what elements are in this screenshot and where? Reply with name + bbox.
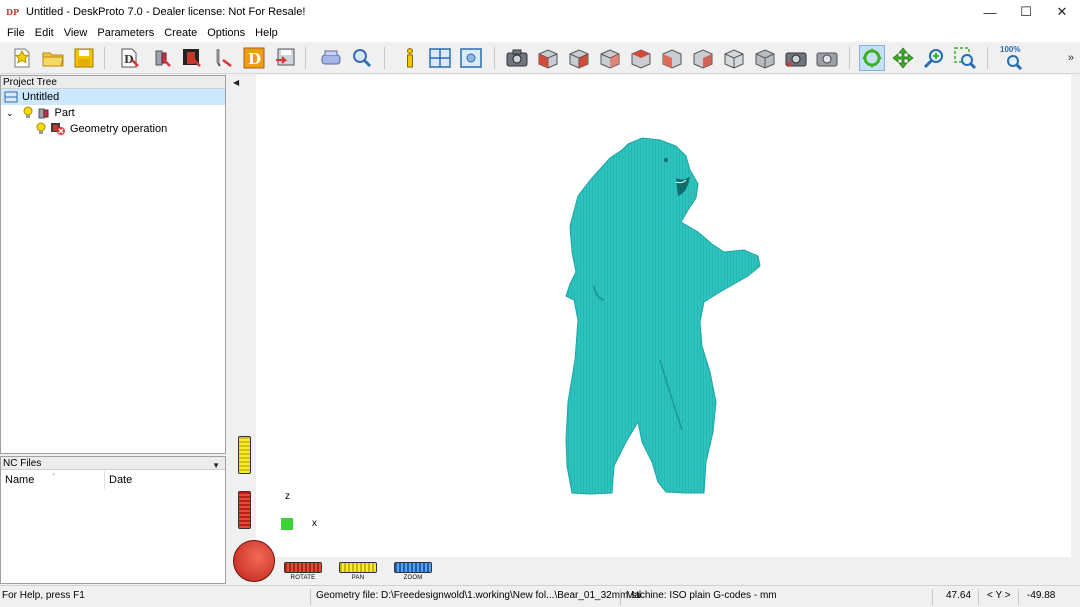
lightbulb-icon[interactable] <box>23 106 33 120</box>
chevron-down-icon[interactable]: ⌄ <box>6 108 14 119</box>
zoom-wheel-label: ZOOM <box>403 575 423 581</box>
tree-item-geometry-operation-label: Geometry operation <box>70 123 168 135</box>
rotate-wheel-label: ROTATE <box>290 575 316 581</box>
part-icon <box>38 108 49 119</box>
tool-parameters-icon[interactable] <box>210 45 236 71</box>
menu-bar: File Edit View Parameters Create Options… <box>0 24 1080 42</box>
toolbar: D D 100% » <box>0 42 1080 74</box>
zoom-icon <box>1007 55 1023 71</box>
menu-parameters[interactable]: Parameters <box>92 24 159 42</box>
collapse-panel-icon[interactable]: ◀ <box>233 78 239 87</box>
axis-origin-marker <box>281 518 293 530</box>
nc-files-panel: NC Files ▼ Name Date ⌄ <box>0 456 226 584</box>
operation-parameters-icon[interactable] <box>179 45 205 71</box>
nc-files-title: NC Files <box>3 458 42 469</box>
minimize-button[interactable]: — <box>972 0 1008 24</box>
status-coord-value-left: 47.64 <box>946 590 972 601</box>
vertical-rotate-wheel[interactable] <box>238 491 251 529</box>
tree-item-untitled[interactable]: Untitled <box>1 89 225 105</box>
menu-view[interactable]: View <box>59 24 93 42</box>
zoom-view-icon[interactable] <box>921 45 947 71</box>
menu-create[interactable]: Create <box>159 24 202 42</box>
project-tree-panel: Project Tree Untitled ⌄ Part Geometry op… <box>0 75 226 454</box>
bear-model <box>565 137 761 495</box>
part-parameters-icon[interactable] <box>149 45 175 71</box>
tree-item-part-label: Part <box>54 107 75 119</box>
menu-options[interactable]: Options <box>202 24 250 42</box>
status-help-text: For Help, press F1 <box>2 590 85 601</box>
3d-viewport[interactable]: z x <box>256 75 1071 557</box>
lightbulb-icon[interactable] <box>36 122 46 136</box>
view-left-icon[interactable] <box>597 45 623 71</box>
menu-edit[interactable]: Edit <box>30 24 59 42</box>
app-logo-icon[interactable]: DP <box>6 5 20 19</box>
new-project-icon[interactable] <box>9 45 35 71</box>
close-button[interactable]: ✕ <box>1044 0 1080 24</box>
open-folder-icon[interactable] <box>40 45 66 71</box>
pan-wheel-label: PAN <box>351 575 365 581</box>
camera-view-icon[interactable] <box>504 45 530 71</box>
pan-view-icon[interactable] <box>890 45 916 71</box>
camera-save-icon[interactable] <box>783 45 809 71</box>
zoom-100-button[interactable]: 100% <box>997 45 1029 71</box>
view-top-icon[interactable] <box>690 45 716 71</box>
status-machine: Machine: ISO plain G-codes - mm <box>626 590 777 601</box>
window-controls: — ☐ ✕ <box>972 0 1080 24</box>
quad-view-icon[interactable] <box>427 45 453 71</box>
vertical-pan-wheel[interactable] <box>238 436 251 474</box>
sort-indicator-icon: ⌄ <box>51 471 57 477</box>
menu-help[interactable]: Help <box>250 24 283 42</box>
window-title: Untitled - DeskProto 7.0 - Dealer licens… <box>26 6 306 18</box>
save-nc-icon[interactable] <box>272 45 298 71</box>
view-box-icon[interactable] <box>752 45 778 71</box>
maximize-button[interactable]: ☐ <box>1008 0 1044 24</box>
status-geometry-file: Geometry file: D:\Freedesignwold\1.worki… <box>316 590 642 601</box>
toolbar-overflow-icon[interactable]: » <box>1068 52 1074 64</box>
pan-wheel[interactable] <box>339 562 377 573</box>
project-tree-header: Project Tree <box>1 76 225 89</box>
nc-program-icon[interactable]: D <box>241 45 267 71</box>
menu-file[interactable]: File <box>2 24 30 42</box>
tree-item-untitled-label: Untitled <box>22 91 60 103</box>
view-settings-icon[interactable] <box>458 45 484 71</box>
view-right-icon[interactable] <box>628 45 654 71</box>
project-parameters-icon[interactable]: D <box>117 45 143 71</box>
camera-restore-icon[interactable] <box>814 45 840 71</box>
magnify-simulation-icon[interactable] <box>349 45 375 71</box>
view-front-icon[interactable] <box>566 45 592 71</box>
zoom-window-icon[interactable] <box>952 45 978 71</box>
view-iso-icon[interactable] <box>535 45 561 71</box>
info-icon[interactable] <box>397 45 423 71</box>
rotate-wheel[interactable] <box>284 562 322 573</box>
svg-text:D: D <box>248 50 261 68</box>
zoom-wheel[interactable] <box>394 562 432 573</box>
axis-z-label: z <box>285 491 290 502</box>
tree-item-part[interactable]: ⌄ Part <box>1 105 75 121</box>
column-header-date[interactable]: Date <box>105 471 225 489</box>
simulation-icon[interactable] <box>318 45 344 71</box>
tree-item-geometry-operation[interactable]: Geometry operation <box>1 121 167 137</box>
axis-x-label: x <box>312 518 317 529</box>
view-back-icon[interactable] <box>659 45 685 71</box>
rotate-dial[interactable] <box>233 540 275 582</box>
status-coord-axis: < Y > <box>987 590 1011 601</box>
nc-files-header: NC Files ▼ <box>1 457 225 470</box>
status-bar: For Help, press F1 Geometry file: D:\Fre… <box>0 585 1080 607</box>
project-icon <box>4 91 18 103</box>
save-icon[interactable] <box>71 45 97 71</box>
operation-error-icon <box>51 123 65 135</box>
view-bottom-icon[interactable] <box>721 45 747 71</box>
rotate-view-icon[interactable] <box>859 45 885 71</box>
title-bar: DP Untitled - DeskProto 7.0 - Dealer lic… <box>0 0 1080 24</box>
status-coord-value-right: -49.88 <box>1027 590 1056 601</box>
